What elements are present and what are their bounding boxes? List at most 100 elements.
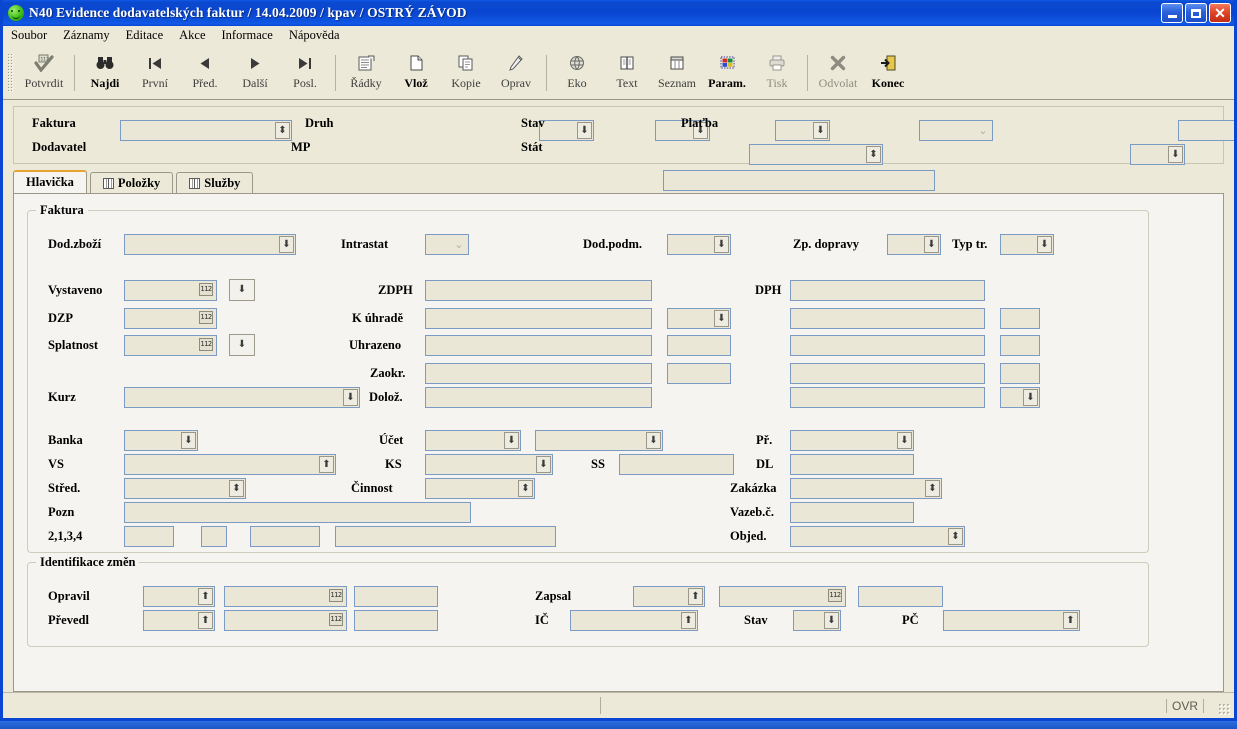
input-dod-podm[interactable]: ⬇ <box>667 234 731 255</box>
calendar-icon[interactable]: 112 <box>199 283 213 296</box>
toolbar-button-najdi[interactable]: Najdi <box>80 49 130 97</box>
input-zp-dopravy[interactable]: ⬇ <box>887 234 941 255</box>
resize-grip[interactable] <box>1218 703 1230 715</box>
input-prevedl-3[interactable] <box>354 610 438 631</box>
dropdown-arrow-icon[interactable]: ⬇ <box>714 236 729 253</box>
close-button[interactable]: ✕ <box>1209 3 1231 23</box>
tab-polozky[interactable]: Položky <box>89 172 174 193</box>
up-arrow-icon[interactable]: ⬆ <box>681 612 696 629</box>
toolbar-button-tisk[interactable]: Tisk <box>752 49 802 97</box>
input-opravil-1[interactable]: ⬆ <box>143 586 215 607</box>
dropdown-arrow-icon[interactable]: ⬍ <box>275 122 290 139</box>
input-pozn[interactable] <box>124 502 471 523</box>
button-vystaveno-picker[interactable]: ⬇ <box>229 279 255 301</box>
dropdown-arrow-icon[interactable]: ⬇ <box>1023 389 1038 406</box>
dropdown-arrow-icon[interactable]: ⬇ <box>504 432 519 449</box>
dropdown-arrow-icon[interactable]: ⬇ <box>924 236 939 253</box>
up-arrow-icon[interactable]: ⬆ <box>198 588 213 605</box>
input-zapsal-3[interactable] <box>858 586 943 607</box>
input-splatnost[interactable]: 112 <box>124 335 217 356</box>
toolbar-button-eko[interactable]: Eko <box>552 49 602 97</box>
dropdown-arrow-icon[interactable]: ⬍ <box>518 480 533 497</box>
dropdown-arrow-icon[interactable]: ⬇ <box>646 432 661 449</box>
input-dl[interactable] <box>790 454 914 475</box>
input-zaokr[interactable] <box>425 363 652 384</box>
toolbar-button-param[interactable]: Param. <box>702 49 752 97</box>
input-doloz[interactable] <box>425 387 652 408</box>
calendar-icon[interactable]: 112 <box>329 613 343 626</box>
select-intrastat[interactable]: ⌄ <box>425 234 469 255</box>
dropdown-arrow-icon[interactable]: ⬇ <box>824 612 839 629</box>
calendar-icon[interactable]: 112 <box>199 338 213 351</box>
input-zapsal-1[interactable]: ⬆ <box>633 586 705 607</box>
dropdown-arrow-icon[interactable]: ⬇ <box>343 389 358 406</box>
input-vazeb[interactable] <box>790 502 914 523</box>
input-zaokr-extra[interactable] <box>1000 363 1040 384</box>
calendar-icon[interactable]: 112 <box>329 589 343 602</box>
toolbar-button-radky[interactable]: Řádky <box>341 49 391 97</box>
up-arrow-icon[interactable]: ⬆ <box>198 612 213 629</box>
toolbar-button-dalsi[interactable]: Další <box>230 49 280 97</box>
input-ucet-2[interactable]: ⬇ <box>535 430 663 451</box>
input-zapsal-2[interactable]: 112 <box>719 586 846 607</box>
filter-faktura-input[interactable]: ⬍ <box>120 120 292 141</box>
input-pc[interactable]: ⬆ <box>943 610 1080 631</box>
input-prevedl-1[interactable]: ⬆ <box>143 610 215 631</box>
toolbar-button-oprav[interactable]: Oprav <box>491 49 541 97</box>
dropdown-arrow-icon[interactable]: ⬍ <box>229 480 244 497</box>
tab-sluzby[interactable]: Služby <box>176 172 254 193</box>
input-stred[interactable]: ⬍ <box>124 478 246 499</box>
input-zakazka[interactable]: ⬍ <box>790 478 942 499</box>
input-zaokr-dph[interactable] <box>790 363 985 384</box>
input-dph[interactable] <box>790 280 985 301</box>
input-cinnost[interactable]: ⬍ <box>425 478 535 499</box>
toolbar-button-konec[interactable]: Konec <box>863 49 913 97</box>
calendar-icon[interactable]: 112 <box>828 589 842 602</box>
input-2134-a[interactable] <box>124 526 174 547</box>
input-2134-c[interactable] <box>250 526 320 547</box>
dropdown-arrow-icon[interactable]: ⬇ <box>714 310 729 327</box>
input-typ-tr[interactable]: ⬇ <box>1000 234 1054 255</box>
filter-dodavatel-input[interactable]: ⬍ <box>749 144 883 165</box>
dropdown-arrow-icon[interactable]: ⬇ <box>897 432 912 449</box>
toolbar-grip[interactable] <box>7 52 13 93</box>
toolbar-button-odvolat[interactable]: Odvolat <box>813 49 863 97</box>
up-arrow-icon[interactable]: ⬆ <box>1063 612 1078 629</box>
input-uhrazeno-currency[interactable] <box>667 335 731 356</box>
input-opravil-2[interactable]: 112 <box>224 586 347 607</box>
input-stav-zmen[interactable]: ⬇ <box>793 610 841 631</box>
menu-item-informace[interactable]: Informace <box>222 27 282 45</box>
dropdown-arrow-icon[interactable]: ⬍ <box>866 146 881 163</box>
filter-mp-input-1[interactable]: ⬇ <box>1130 144 1185 165</box>
toolbar-button-prvni[interactable]: První <box>130 49 180 97</box>
filter-platba-select[interactable]: ⌄ <box>1178 120 1234 141</box>
menu-item-soubor[interactable]: Soubor <box>11 27 56 45</box>
filter-stav-select[interactable]: ⌄ <box>919 120 993 141</box>
toolbar-button-vloz[interactable]: Vlož <box>391 49 441 97</box>
menu-item-zaznamy[interactable]: Záznamy <box>63 27 119 45</box>
dropdown-arrow-icon[interactable]: ⬇ <box>1037 236 1052 253</box>
input-zaokr-currency[interactable] <box>667 363 731 384</box>
dropdown-arrow-icon[interactable]: ⬇ <box>813 122 828 139</box>
dropdown-arrow-icon[interactable]: ⬇ <box>536 456 551 473</box>
input-k-uhrade-currency[interactable]: ⬇ <box>667 308 731 329</box>
input-vs[interactable]: ⬆ <box>124 454 336 475</box>
calendar-icon[interactable]: 112 <box>199 311 213 324</box>
toolbar-button-pred[interactable]: Před. <box>180 49 230 97</box>
dropdown-arrow-icon[interactable]: ⬍ <box>948 528 963 545</box>
input-uhrazeno[interactable] <box>425 335 652 356</box>
menu-item-napoveda[interactable]: Nápověda <box>289 27 349 45</box>
input-k-uhrade-dph[interactable] <box>790 308 985 329</box>
dropdown-arrow-icon[interactable]: ⬇ <box>279 236 294 253</box>
maximize-button[interactable] <box>1185 3 1207 23</box>
input-dzp[interactable]: 112 <box>124 308 217 329</box>
filter-druh-input-3[interactable]: ⬇ <box>775 120 830 141</box>
input-ic[interactable]: ⬆ <box>570 610 698 631</box>
input-opravil-3[interactable] <box>354 586 438 607</box>
input-kurz[interactable]: ⬇ <box>124 387 360 408</box>
minimize-button[interactable] <box>1161 3 1183 23</box>
toolbar-button-kopie[interactable]: Kopie <box>441 49 491 97</box>
toolbar-button-seznam[interactable]: Seznam <box>652 49 702 97</box>
input-objed[interactable]: ⬍ <box>790 526 965 547</box>
input-prevedl-2[interactable]: 112 <box>224 610 347 631</box>
